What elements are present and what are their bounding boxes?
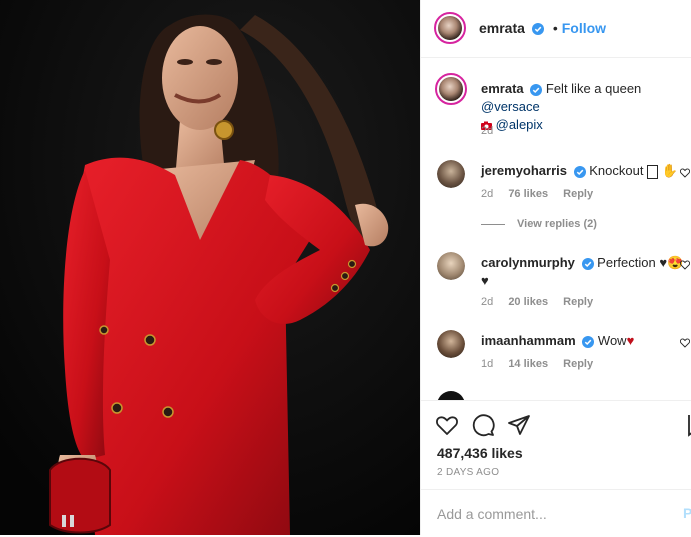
verified-badge-icon bbox=[530, 83, 543, 96]
header-dot: • bbox=[552, 20, 558, 36]
comment-like-heart-icon[interactable] bbox=[680, 168, 690, 178]
comment-item: imaanhammam Wow♥ 1d 14 likes Reply bbox=[435, 330, 690, 380]
post-photo[interactable] bbox=[0, 0, 420, 535]
verified-badge-icon bbox=[573, 165, 586, 178]
comment-like-heart-icon[interactable] bbox=[680, 338, 690, 348]
comment-text: Knockout bbox=[589, 163, 644, 178]
caption-avatar[interactable] bbox=[435, 73, 467, 105]
caption-username[interactable]: emrata bbox=[481, 81, 524, 96]
like-heart-icon[interactable] bbox=[435, 413, 459, 437]
comment-time[interactable]: 2d bbox=[481, 188, 493, 200]
comment-time[interactable]: 2d bbox=[481, 296, 493, 308]
comment-icon[interactable] bbox=[471, 413, 495, 437]
verified-badge-icon bbox=[582, 335, 595, 348]
comment-username[interactable]: jeremyoharris bbox=[481, 163, 567, 178]
post-time-ago[interactable]: 2 DAYS AGO bbox=[437, 467, 499, 478]
likes-count[interactable]: 487,436 likes bbox=[437, 445, 523, 461]
caption-time[interactable]: 2d bbox=[481, 125, 493, 137]
header-username[interactable]: emrata bbox=[479, 20, 525, 36]
post-actions: 487,436 likes 2 DAYS AGO P bbox=[421, 400, 691, 536]
crown-emoji-icon bbox=[647, 164, 659, 179]
comment-text: Perfection bbox=[597, 255, 656, 270]
mention-versace[interactable]: @versace bbox=[481, 99, 540, 114]
comment-text-line2: ♥ bbox=[481, 273, 489, 288]
view-replies[interactable]: View replies (2) bbox=[481, 218, 597, 230]
reply-button[interactable]: Reply bbox=[563, 358, 593, 370]
view-replies-line bbox=[481, 223, 505, 225]
post-side-panel: emrata • Follow emrata Felt like a queen … bbox=[420, 0, 691, 535]
comment-likes[interactable]: 20 likes bbox=[508, 296, 548, 308]
commenter-avatar[interactable] bbox=[437, 252, 465, 280]
follow-button[interactable]: Follow bbox=[562, 20, 606, 36]
avatar[interactable] bbox=[434, 12, 466, 44]
reply-button[interactable]: Reply bbox=[563, 296, 593, 308]
post-image bbox=[0, 0, 420, 535]
view-replies-label[interactable]: View replies (2) bbox=[517, 218, 597, 230]
comment-like-heart-icon[interactable] bbox=[680, 260, 690, 270]
commenter-avatar[interactable] bbox=[437, 330, 465, 358]
share-icon[interactable] bbox=[507, 413, 531, 437]
commenter-avatar[interactable] bbox=[437, 391, 465, 400]
verified-badge-icon bbox=[581, 257, 594, 270]
post-comment-button[interactable]: P bbox=[683, 505, 691, 521]
comment-username[interactable]: imaanhammam bbox=[481, 333, 576, 348]
reply-button[interactable]: Reply bbox=[563, 188, 593, 200]
hand-emoji-icon: ✋ bbox=[661, 163, 678, 178]
caption-text: Felt like a queen bbox=[545, 81, 642, 96]
red-heart-emoji-icon: ♥ bbox=[626, 333, 635, 348]
comment-item: jeremyoharris Knockout ✋ 2d 76 likes Rep… bbox=[435, 160, 690, 210]
save-bookmark-icon[interactable] bbox=[687, 413, 691, 437]
post-header: emrata • Follow bbox=[421, 0, 691, 58]
comment-username[interactable]: carolynmurphy bbox=[481, 255, 575, 270]
comment-likes[interactable]: 76 likes bbox=[508, 188, 548, 200]
comment-text: Wow bbox=[597, 333, 627, 348]
caption: emrata Felt like a queen @versace @alepi… bbox=[435, 73, 690, 143]
commenter-avatar[interactable] bbox=[437, 160, 465, 188]
comment-time[interactable]: 1d bbox=[481, 358, 493, 370]
comment-likes[interactable]: 14 likes bbox=[508, 358, 548, 370]
verified-badge-icon bbox=[532, 22, 545, 35]
add-comment-bar: P bbox=[421, 489, 691, 537]
add-comment-input[interactable] bbox=[437, 504, 657, 524]
comments-list[interactable]: emrata Felt like a queen @versace @alepi… bbox=[421, 58, 691, 400]
comment-item: carolynmurphy Perfection ♥😍 ♥ 2d 20 like… bbox=[435, 252, 690, 312]
